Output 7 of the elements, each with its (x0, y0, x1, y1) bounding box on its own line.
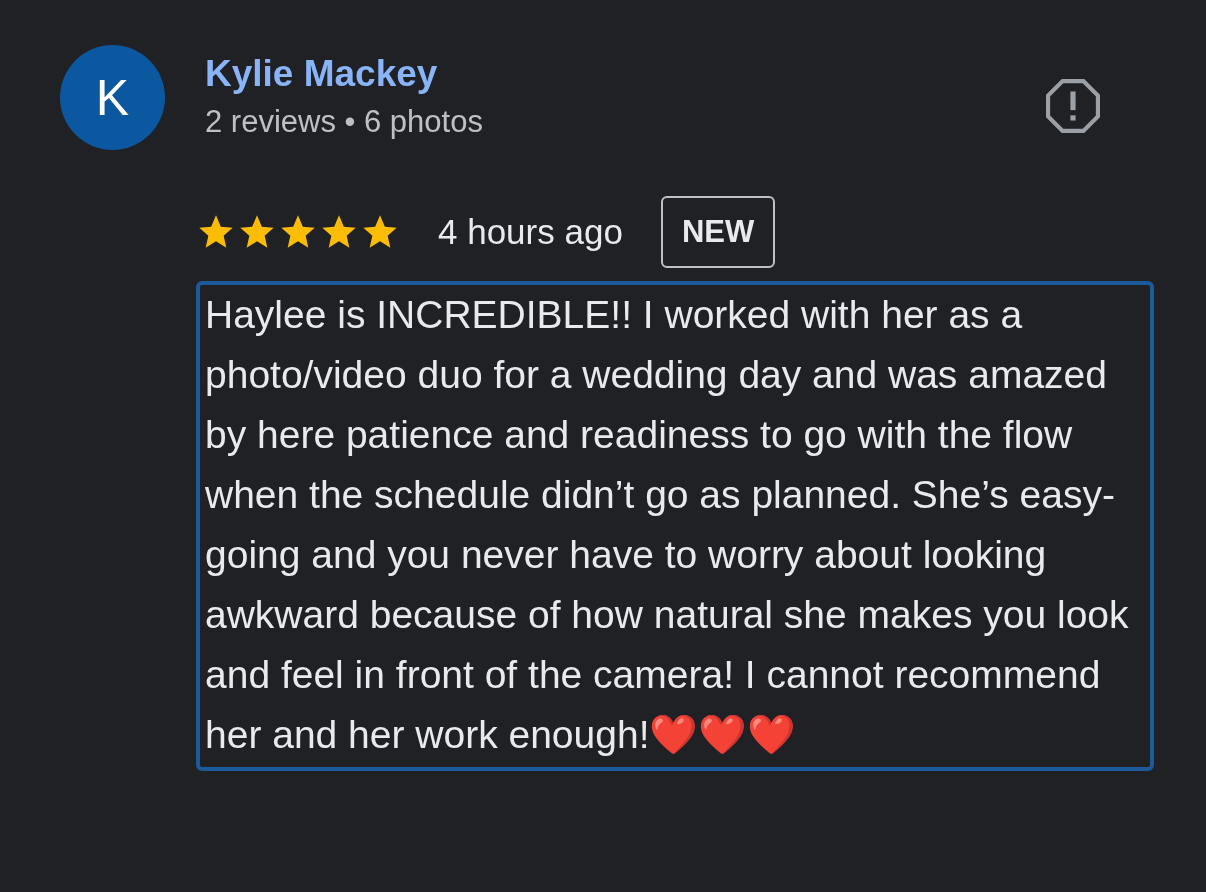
reviewer-name[interactable]: Kylie Mackey (205, 51, 1005, 97)
review-text: Haylee is INCREDIBLE!! I worked with her as a photo/video duo for a wedding day and was amazed by here patience and readiness to go with the flow when the schedule didn’t go as planned. She’s easy-going and you never have to worry about looking awkward because of how natural she makes you look and feel in front of the camera! I cannot recommend her and her work enough!❤❤❤ (196, 281, 1154, 771)
report-icon[interactable] (1046, 79, 1100, 133)
avatar[interactable]: K (60, 45, 165, 150)
reviewer-stats: 2 reviews • 6 photos (205, 103, 484, 141)
new-badge: NEW (660, 196, 776, 268)
review-time: 4 hours ago (438, 212, 623, 252)
